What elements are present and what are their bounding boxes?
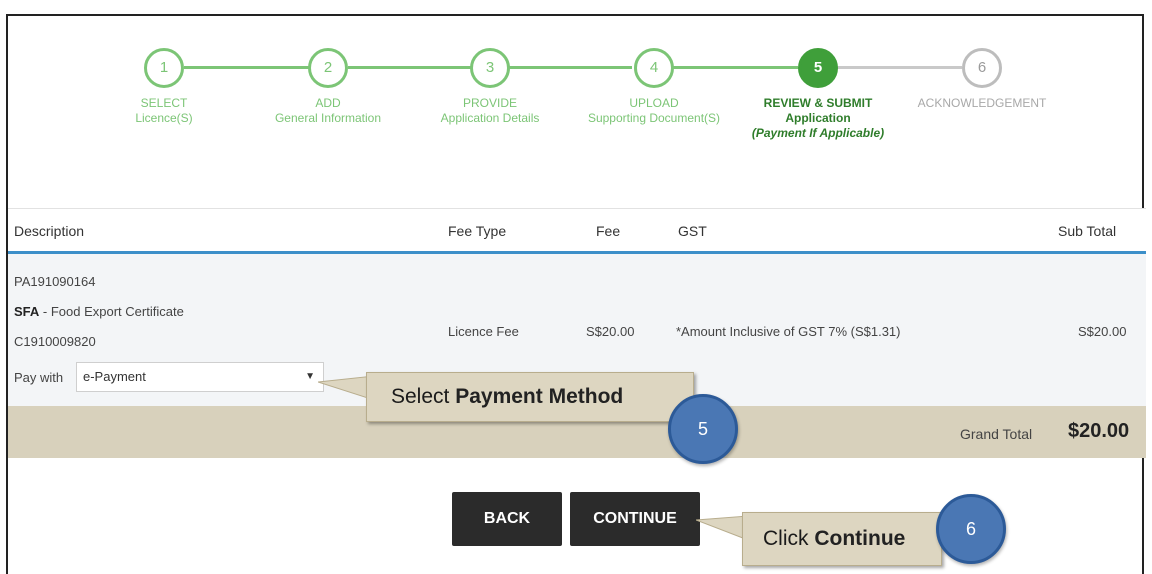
col-fee-type: Fee Type <box>448 223 507 239</box>
step-3-title: PROVIDE <box>462 96 517 110</box>
step-badge-5: 5 <box>668 394 738 464</box>
col-fee: Fee <box>596 223 621 239</box>
step-5-circle: 5 <box>798 48 838 88</box>
step-connector <box>832 66 962 69</box>
step-2-title: ADD <box>315 96 341 110</box>
application-panel: 1 2 3 4 5 6 SELECT Licence(S) ADD Genera… <box>6 14 1146 574</box>
callout-text-bold: Payment Method <box>455 385 624 408</box>
step-3-subtitle: Application Details <box>440 111 540 125</box>
step-4-title: UPLOAD <box>629 96 679 110</box>
step-2-subtitle: General Information <box>274 111 382 125</box>
callout-text-prefix: Click <box>763 527 815 550</box>
step-1-circle: 1 <box>144 48 184 88</box>
step-5-subtitle: Application <box>785 111 851 125</box>
step-5-title: REVIEW & SUBMIT <box>763 96 873 110</box>
step-5-note: (Payment If Applicable) <box>751 126 885 140</box>
continue-callout: Click Continue <box>742 512 942 566</box>
col-description: Description <box>14 223 85 239</box>
step-2-circle: 2 <box>308 48 348 88</box>
step-2-label: ADD General Information <box>243 96 413 126</box>
step-6-label: ACKNOWLEDGEMENT <box>897 96 1067 111</box>
step-4-circle: 4 <box>634 48 674 88</box>
step-connector <box>504 66 632 69</box>
payment-method-callout: Select Payment Method <box>366 372 694 422</box>
step-6-circle: 6 <box>962 48 1002 88</box>
col-gst: GST <box>678 223 707 239</box>
licence-name: - Food Export Certificate <box>39 304 184 319</box>
payment-method-select[interactable]: e-Payment ▼ <box>76 362 324 392</box>
step-connector <box>668 66 798 69</box>
step-connector <box>348 66 472 69</box>
callout-text-bold: Continue <box>814 527 906 550</box>
fee-value: S$20.00 <box>586 324 635 339</box>
step-badge-6: 6 <box>936 494 1006 564</box>
fee-table-header: Description Fee Type Fee GST Sub Total <box>8 208 1146 254</box>
step-6-title: ACKNOWLEDGEMENT <box>917 96 1047 110</box>
grand-total-value: $20.00 <box>1068 420 1130 442</box>
step-4-label: UPLOAD Supporting Document(S) <box>569 96 739 126</box>
step-1-subtitle: Licence(S) <box>135 111 193 125</box>
fee-type-value: Licence Fee <box>448 324 519 339</box>
payment-method-value: e-Payment <box>83 369 146 384</box>
licence-number: C1910009820 <box>14 334 96 349</box>
step-connector <box>184 66 318 69</box>
step-4-subtitle: Supporting Document(S) <box>587 111 721 125</box>
step-3-circle: 3 <box>470 48 510 88</box>
back-button[interactable]: BACK <box>452 492 562 546</box>
chevron-down-icon: ▼ <box>305 371 315 382</box>
step-1-title: SELECT <box>140 96 188 110</box>
pay-with-label: Pay with <box>14 370 64 385</box>
agency-code: SFA <box>14 304 40 319</box>
step-5-label: REVIEW & SUBMIT Application (Payment If … <box>733 96 903 141</box>
gst-value: *Amount Inclusive of GST 7% (S$1.31) <box>676 324 901 339</box>
step-3-label: PROVIDE Application Details <box>405 96 575 126</box>
progress-stepper: 1 2 3 4 5 6 SELECT Licence(S) ADD Genera… <box>8 16 1146 196</box>
sub-total-value: S$20.00 <box>1078 324 1127 339</box>
step-1-label: SELECT Licence(S) <box>79 96 249 126</box>
reference-number: PA191090164 <box>14 274 96 289</box>
grand-total-label: Grand Total <box>960 426 1033 442</box>
callout-text-prefix: Select <box>391 385 456 408</box>
col-sub-total: Sub Total <box>1058 223 1117 239</box>
licence-description: SFA - Food Export Certificate <box>14 304 184 319</box>
continue-button[interactable]: CONTINUE <box>570 492 700 546</box>
